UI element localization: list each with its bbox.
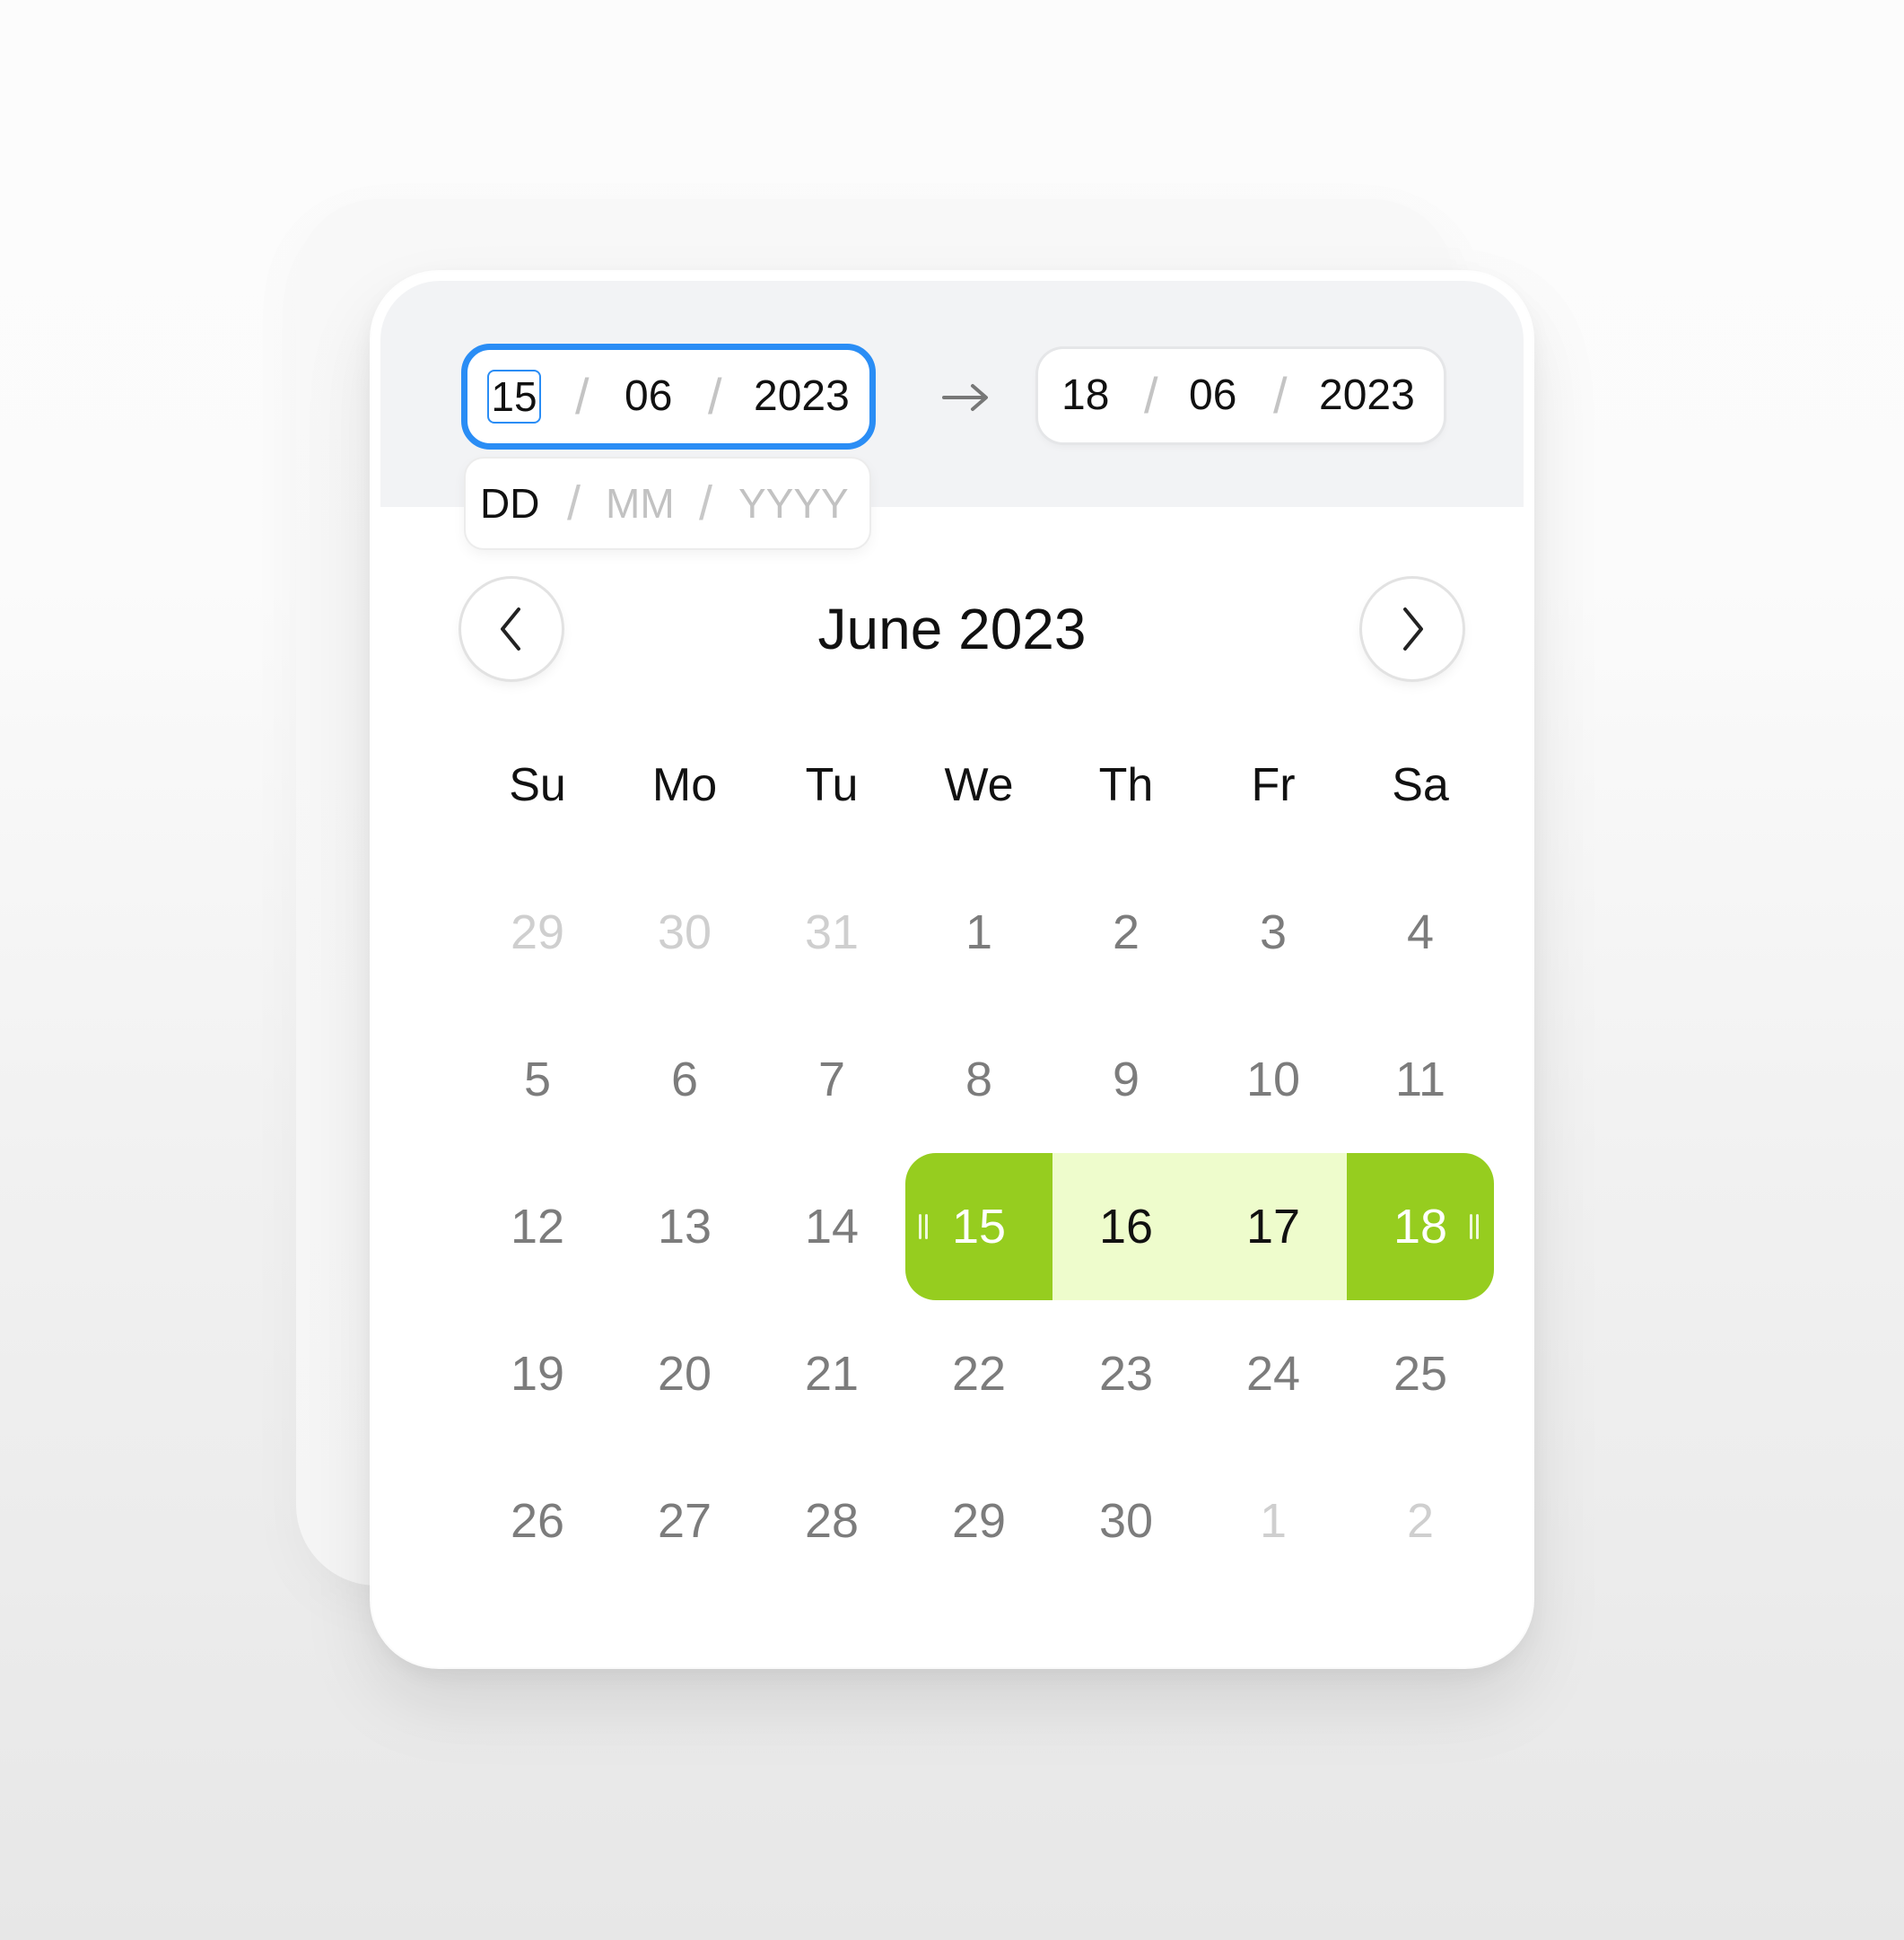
date-range-picker: 15 / 06 / 2023 18 / 06 / 2023 DD / MM / …	[371, 272, 1533, 1667]
calendar-day[interactable]: 6	[611, 1006, 758, 1153]
drag-handle-icon[interactable]	[1470, 1214, 1479, 1239]
format-hint-month: MM	[606, 480, 675, 527]
calendar-day[interactable]: 7	[758, 1006, 905, 1153]
calendar-day[interactable]: 22	[905, 1300, 1052, 1447]
calendar-day[interactable]: 12	[464, 1153, 611, 1300]
calendar-week: 19 20 21 22 23 24 25	[464, 1300, 1496, 1447]
start-day-segment[interactable]: 15	[487, 370, 541, 424]
calendar-day[interactable]: 28	[758, 1447, 905, 1595]
start-date-field[interactable]: 15 / 06 / 2023	[461, 344, 876, 450]
end-month-segment[interactable]: 06	[1189, 374, 1236, 417]
calendar-day[interactable]: 13	[611, 1153, 758, 1300]
calendar-week: 29 30 31 1 2 3 4	[464, 859, 1496, 1006]
calendar-day[interactable]: 25	[1347, 1300, 1494, 1447]
format-hint-year: YYYY	[738, 480, 849, 527]
calendar-day[interactable]: 11	[1347, 1006, 1494, 1153]
calendar-day[interactable]: 2	[1052, 859, 1200, 1006]
calendar-day[interactable]: 23	[1052, 1300, 1200, 1447]
separator: /	[575, 368, 590, 424]
calendar-day[interactable]: 5	[464, 1006, 611, 1153]
end-date-field[interactable]: 18 / 06 / 2023	[1038, 349, 1444, 442]
end-day-segment[interactable]: 18	[1061, 374, 1109, 417]
calendar-day[interactable]: 3	[1200, 859, 1347, 1006]
calendar-week: 12 13 14 15 16 17 18	[464, 1153, 1496, 1300]
calendar-week: 5 6 7 8 9 10 11	[464, 1006, 1496, 1153]
calendar-day[interactable]: 4	[1347, 859, 1494, 1006]
calendar-day[interactable]: 29	[905, 1447, 1052, 1595]
date-format-hint: DD / MM / YYYY	[466, 459, 869, 548]
weekday-label: Sa	[1392, 759, 1449, 811]
calendar-day[interactable]: 21	[758, 1300, 905, 1447]
range-day[interactable]: 16	[1052, 1153, 1200, 1300]
calendar-day[interactable]: 26	[464, 1447, 611, 1595]
calendar-day[interactable]: 2	[1347, 1447, 1494, 1595]
calendar-day[interactable]: 9	[1052, 1006, 1200, 1153]
range-day[interactable]: 17	[1200, 1153, 1347, 1300]
arrow-right-icon	[942, 384, 988, 411]
separator: /	[708, 368, 722, 424]
separator: /	[567, 476, 581, 530]
weekday-label: Mo	[651, 759, 718, 811]
separator: /	[1273, 367, 1288, 424]
next-month-button[interactable]	[1362, 579, 1463, 679]
end-year-segment[interactable]: 2023	[1319, 374, 1415, 417]
drag-handle-icon[interactable]	[919, 1214, 928, 1239]
separator: /	[699, 476, 713, 530]
calendar-day[interactable]: 1	[905, 859, 1052, 1006]
calendar-day[interactable]: 27	[611, 1447, 758, 1595]
calendar-day[interactable]: 31	[758, 859, 905, 1006]
calendar-week: 26 27 28 29 30 1 2	[464, 1447, 1496, 1595]
calendar-day[interactable]: 1	[1200, 1447, 1347, 1595]
month-title: June 2023	[817, 597, 1087, 661]
start-month-segment[interactable]: 06	[624, 375, 672, 418]
calendar-day[interactable]: 20	[611, 1300, 758, 1447]
start-year-segment[interactable]: 2023	[754, 375, 850, 418]
weekday-header: Su Mo Tu We Th Fr Sa	[464, 712, 1496, 859]
weekday-label: We	[944, 759, 1014, 811]
weekday-label: Su	[509, 759, 566, 811]
weekday-label: Th	[1098, 759, 1154, 811]
calendar-day[interactable]: 8	[905, 1006, 1052, 1153]
weekday-label: Fr	[1251, 759, 1296, 811]
calendar-day[interactable]: 30	[1052, 1447, 1200, 1595]
calendar-day[interactable]: 24	[1200, 1300, 1347, 1447]
calendar-day[interactable]: 19	[464, 1300, 611, 1447]
calendar-day[interactable]: 14	[758, 1153, 905, 1300]
format-hint-day: DD	[480, 480, 540, 527]
weekday-label: Tu	[805, 759, 859, 811]
calendar-day[interactable]: 10	[1200, 1006, 1347, 1153]
date-range-picker-body: 15 / 06 / 2023 18 / 06 / 2023 DD / MM / …	[380, 281, 1524, 1658]
calendar-day[interactable]: 30	[611, 859, 758, 1006]
separator: /	[1144, 367, 1158, 424]
chevron-right-icon	[1403, 607, 1423, 651]
calendar-day[interactable]: 29	[464, 859, 611, 1006]
